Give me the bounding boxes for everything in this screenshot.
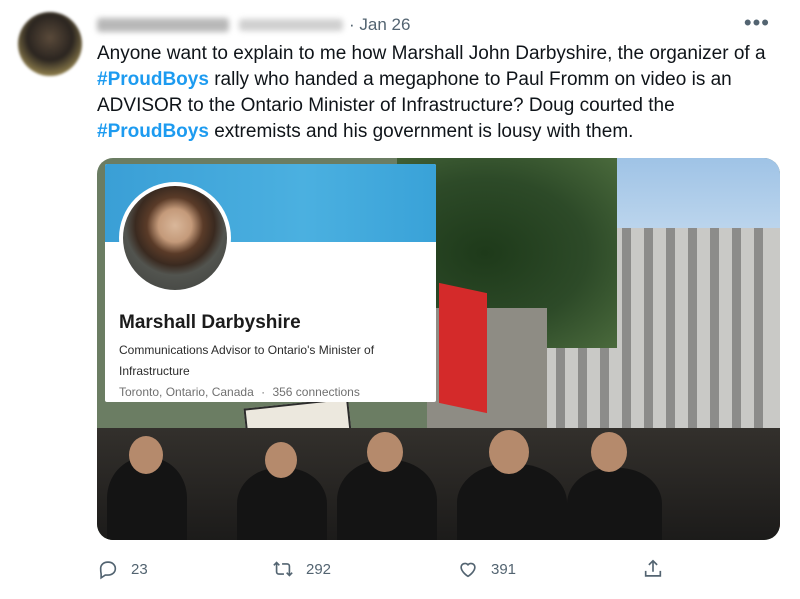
like-count: 391: [491, 560, 517, 578]
tweet-header: · Jan 26: [97, 14, 410, 36]
more-options-icon[interactable]: •••: [744, 10, 770, 36]
author-avatar[interactable]: [18, 12, 82, 76]
linkedin-headline: Communications Advisor to Ontario's Mini…: [119, 343, 375, 378]
like-button[interactable]: 391: [457, 556, 516, 582]
like-icon: [460, 562, 476, 578]
reply-count: 23: [131, 560, 148, 578]
separator-dot: ·: [349, 15, 360, 34]
photo-flag: [439, 282, 487, 414]
separator-dot: ·: [261, 385, 266, 399]
linkedin-name: Marshall Darbyshire: [119, 312, 301, 333]
hashtag-link[interactable]: #ProudBoys: [97, 121, 209, 142]
tweet-media-image[interactable]: Marshall Darbyshire Communications Advis…: [97, 158, 780, 540]
linkedin-profile-photo: [119, 182, 231, 294]
tweet-text-segment: Anyone want to explain to me how Marshal…: [97, 43, 766, 64]
linkedin-connections: 356 connections: [272, 385, 360, 399]
share-button[interactable]: [642, 556, 664, 582]
hashtag-link[interactable]: #ProudBoys: [97, 69, 209, 90]
retweet-button[interactable]: 292: [272, 556, 331, 582]
author-handle-redacted[interactable]: [239, 19, 343, 31]
linkedin-location: Toronto, Ontario, Canada: [119, 385, 254, 399]
retweet-icon: [273, 561, 293, 577]
tweet-date[interactable]: Jan 26: [359, 15, 410, 35]
linkedin-meta: Toronto, Ontario, Canada · 356 connectio…: [119, 385, 360, 399]
tweet-actions: 23 292 391: [97, 556, 680, 582]
share-icon: [644, 559, 662, 577]
tweet-text: Anyone want to explain to me how Marshal…: [97, 41, 782, 145]
reply-button[interactable]: 23: [97, 556, 148, 582]
photo-crowd: [97, 428, 780, 540]
linkedin-profile-card: Marshall Darbyshire Communications Advis…: [105, 164, 436, 402]
retweet-count: 292: [306, 560, 332, 578]
author-name-redacted[interactable]: [97, 18, 229, 32]
reply-icon: [99, 561, 117, 580]
tweet-text-segment: extremists and his government is lousy w…: [208, 121, 634, 142]
